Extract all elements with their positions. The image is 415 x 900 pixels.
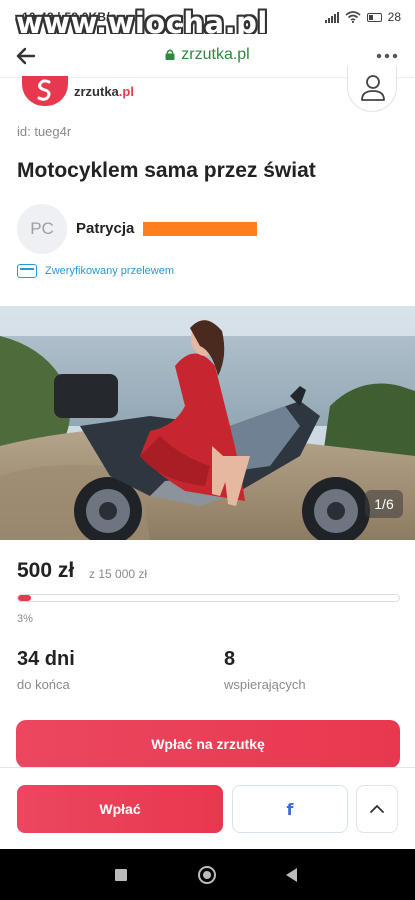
facebook-icon: f bbox=[286, 799, 294, 819]
fundraiser-id: id: tueg4r bbox=[17, 124, 72, 139]
battery-level: 28 bbox=[387, 10, 401, 24]
wifi-icon bbox=[345, 11, 361, 23]
fundraiser-title: Motocyklem sama przez świat bbox=[17, 159, 316, 182]
logo-name: zrzutka bbox=[74, 83, 119, 99]
more-menu-icon[interactable] bbox=[375, 46, 399, 66]
signal-icon bbox=[324, 11, 339, 23]
donate-button[interactable]: Wpłać bbox=[17, 785, 223, 833]
progress-percent: 3% bbox=[17, 613, 33, 625]
facebook-share-button[interactable]: f bbox=[232, 785, 348, 833]
url-text: zrzutka.pl bbox=[181, 46, 250, 63]
owner-name[interactable]: Patrycja bbox=[76, 220, 134, 237]
system-nav-bar bbox=[0, 849, 415, 900]
redaction-bar bbox=[143, 222, 257, 236]
photo-illustration bbox=[0, 306, 415, 540]
days-left-value: 34 dni bbox=[17, 648, 75, 670]
chevron-up-icon bbox=[370, 805, 384, 813]
days-left-stat: 34 dni do końca bbox=[17, 648, 75, 692]
scroll-top-button[interactable] bbox=[356, 785, 398, 833]
user-icon bbox=[361, 75, 385, 101]
days-left-label: do końca bbox=[17, 677, 70, 692]
backers-stat: 8 wspierających bbox=[224, 648, 306, 692]
account-button[interactable] bbox=[347, 66, 397, 112]
battery-icon bbox=[366, 12, 382, 22]
raised-amount: 500 zł bbox=[17, 559, 75, 582]
photo-counter: 1/6 bbox=[365, 490, 403, 518]
goal-amount: z 15 000 zł bbox=[89, 567, 148, 581]
verified-label: Zweryfikowany przelewem bbox=[45, 265, 174, 277]
lock-icon bbox=[165, 49, 175, 60]
sticky-action-bar: Wpłać f bbox=[0, 767, 415, 849]
system-back-icon[interactable] bbox=[286, 868, 297, 882]
status-icons: 28 bbox=[324, 10, 401, 24]
card-icon bbox=[17, 264, 37, 278]
backers-value: 8 bbox=[224, 648, 236, 670]
progress-bar bbox=[17, 594, 400, 602]
recent-apps-icon[interactable] bbox=[115, 869, 127, 881]
logo-text: zrzutka.pl bbox=[74, 84, 134, 99]
url-field[interactable]: zrzutka.pl bbox=[0, 46, 415, 64]
site-logo[interactable]: zrzutka.pl bbox=[22, 76, 134, 106]
logo-tld: .pl bbox=[118, 83, 134, 99]
status-bar: 10:48 | 58,0KB/s www.wiocha.pl 28 bbox=[0, 0, 415, 40]
progress-fill bbox=[18, 595, 31, 601]
owner-avatar[interactable]: PC bbox=[17, 204, 67, 254]
verified-badge: Zweryfikowany przelewem bbox=[17, 264, 174, 278]
logo-badge-icon bbox=[22, 76, 68, 106]
backers-label: wspierających bbox=[224, 677, 306, 692]
fundraiser-photo[interactable]: 1/6 bbox=[0, 306, 415, 540]
home-icon[interactable] bbox=[198, 866, 216, 884]
donate-main-button[interactable]: Wpłać na zrzutkę bbox=[16, 720, 400, 768]
